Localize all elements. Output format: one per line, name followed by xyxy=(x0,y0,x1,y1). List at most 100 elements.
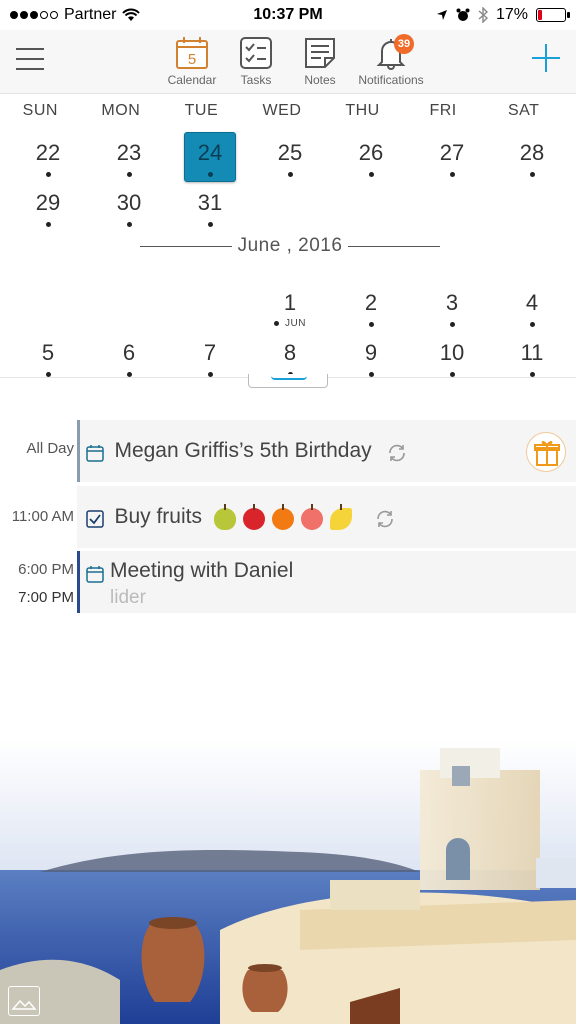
calendar-resize-handle[interactable] xyxy=(248,374,328,388)
day-cell[interactable]: 27 xyxy=(412,140,492,186)
weekday-label: WED xyxy=(262,102,302,119)
tab-notes[interactable]: Notes xyxy=(285,36,355,87)
day-number: 10 xyxy=(439,340,465,365)
day-number: 6 xyxy=(122,340,136,365)
day-number: 9 xyxy=(364,340,378,365)
day-number: 7 xyxy=(203,340,217,365)
checklist-icon xyxy=(239,36,273,70)
status-bar: Partner 10:37 PM 17% xyxy=(0,0,576,30)
event-time: 11:00 AM xyxy=(11,508,74,525)
event-dot xyxy=(207,372,213,377)
day-number: 24 xyxy=(197,140,223,165)
day-number: 26 xyxy=(358,140,384,165)
day-cell[interactable]: 31 xyxy=(170,190,250,236)
day-number: 31 xyxy=(197,190,223,215)
event-title: Meeting with Daniel xyxy=(110,559,294,582)
day-number: 23 xyxy=(116,140,142,165)
weekday-label: THU xyxy=(345,102,380,119)
location-icon xyxy=(436,10,447,20)
event-row: 6:00 PM 7:00 PM Meeting with Daniel lide… xyxy=(0,551,576,613)
calendar-event-icon xyxy=(86,444,104,462)
tab-notes-label: Notes xyxy=(304,73,336,87)
repeat-icon xyxy=(389,444,405,461)
day-cell[interactable]: 26 xyxy=(331,140,411,186)
event-dot xyxy=(207,172,213,177)
event-row: 11:00 AM Buy fruits xyxy=(0,486,576,548)
day-cell[interactable]: 30 xyxy=(89,190,169,236)
day-number: 4 xyxy=(525,290,539,315)
day-cell[interactable]: 7 xyxy=(170,340,250,386)
event-dot xyxy=(126,222,132,227)
event-dot xyxy=(368,372,374,377)
checkbox-checked-icon[interactable] xyxy=(86,510,104,528)
day-number: 1 xyxy=(283,290,297,315)
weekday-label: SAT xyxy=(507,102,540,119)
task-title: Buy fruits xyxy=(114,505,202,528)
day-cell[interactable]: 1 JUN xyxy=(250,290,330,336)
day-cell-selected[interactable]: 24 xyxy=(170,132,250,186)
clock-time: 10:37 PM xyxy=(253,6,323,23)
event-dot xyxy=(529,172,535,177)
event-dot xyxy=(449,172,455,177)
photo-icon[interactable] xyxy=(8,986,40,1016)
tab-tasks-label: Tasks xyxy=(240,73,272,87)
peach-icon xyxy=(301,503,324,530)
event-card[interactable]: Meeting with Daniel lider xyxy=(77,551,576,613)
day-cell[interactable]: 11 xyxy=(492,340,572,386)
day-cell[interactable]: 4 xyxy=(492,290,572,336)
weekday-label: FRI xyxy=(429,102,457,119)
event-dot xyxy=(449,372,455,377)
event-card[interactable]: Megan Griffis’s 5th Birthday xyxy=(77,420,576,482)
day-cell[interactable]: 29 xyxy=(8,190,88,236)
event-time: All Day xyxy=(26,440,74,457)
event-dot xyxy=(449,322,455,327)
month-label: June , 2016 xyxy=(237,235,343,256)
event-dot xyxy=(368,172,374,177)
hamburger-menu-icon[interactable] xyxy=(16,48,44,72)
day-number: 2 xyxy=(364,290,378,315)
day-cell[interactable]: 5 xyxy=(8,340,88,386)
weekday-label: SUN xyxy=(22,102,58,119)
event-end-time: 7:00 PM xyxy=(18,589,74,606)
event-dot xyxy=(529,322,535,327)
banana-icon xyxy=(330,503,353,530)
event-dot xyxy=(126,172,132,177)
day-number: 28 xyxy=(519,140,545,165)
weekday-label: TUE xyxy=(184,102,219,119)
day-cell[interactable]: 22 xyxy=(8,140,88,186)
day-cell[interactable]: 2 xyxy=(331,290,411,336)
day-cell[interactable]: 9 xyxy=(331,340,411,386)
orange-icon xyxy=(272,503,295,530)
event-dot xyxy=(368,322,374,327)
event-dot xyxy=(274,321,280,326)
wifi-icon xyxy=(122,8,141,21)
tab-notifications[interactable]: 39 Notifications xyxy=(349,34,433,87)
day-cell[interactable]: 6 xyxy=(89,340,169,386)
fruit-emojis xyxy=(214,503,363,530)
day-cell[interactable]: 28 xyxy=(492,140,572,186)
event-title: Megan Griffis’s 5th Birthday xyxy=(114,439,372,462)
carrier-name: Partner xyxy=(64,6,117,23)
day-number: 8 xyxy=(283,340,297,365)
weekday-label: MON xyxy=(101,102,141,119)
task-card[interactable]: Buy fruits xyxy=(77,486,576,548)
tab-notifications-label: Notifications xyxy=(358,73,424,87)
day-cell[interactable]: 23 xyxy=(89,140,169,186)
day-cell[interactable]: 3 xyxy=(412,290,492,336)
add-plus-icon[interactable] xyxy=(532,44,560,72)
event-row: All Day Megan Griffis’s 5th Birthday xyxy=(0,420,576,482)
month-divider: June , 2016 xyxy=(140,235,440,256)
day-number: 30 xyxy=(116,190,142,215)
tab-tasks[interactable]: Tasks xyxy=(221,36,291,87)
day-cell[interactable]: 25 xyxy=(250,140,330,186)
bell-icon: 39 xyxy=(374,34,414,70)
battery-icon xyxy=(536,8,570,22)
day-number: 25 xyxy=(277,140,303,165)
gift-icon[interactable] xyxy=(526,432,566,472)
day-number: 27 xyxy=(439,140,465,165)
event-dot xyxy=(529,372,535,377)
tab-calendar[interactable]: 5 Calendar xyxy=(157,36,227,87)
day-cell[interactable]: 10 xyxy=(412,340,492,386)
event-subtitle: lider xyxy=(110,587,146,608)
event-dot xyxy=(126,372,132,377)
